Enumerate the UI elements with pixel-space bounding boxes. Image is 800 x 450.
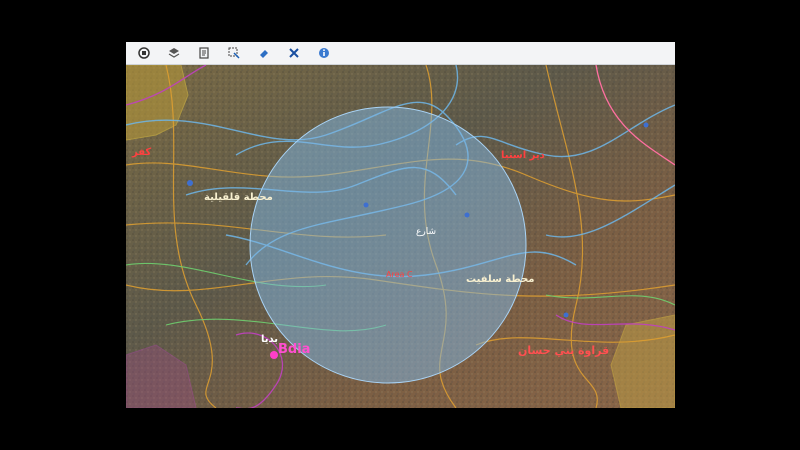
label-budya-en: Bdia — [278, 342, 311, 357]
label-budya: بديا — [261, 334, 279, 345]
label-kafr: كفر — [132, 147, 152, 158]
close-icon[interactable] — [282, 42, 306, 64]
select-icon[interactable] — [222, 42, 246, 64]
label-shari: شارع — [416, 227, 436, 237]
home-icon[interactable] — [132, 42, 156, 64]
screen: كفر محطة قلقيلية دير استيا شارع محطة سلف… — [126, 42, 675, 408]
budya-marker — [270, 351, 278, 359]
layers-icon[interactable] — [162, 42, 186, 64]
label-qarawat: قراوة بني حسان — [518, 344, 610, 357]
label-area: Area C — [386, 270, 413, 279]
label-deir-istiya: دير استيا — [501, 150, 545, 161]
label-mahatta-qalqilya: محطة قلقيلية — [204, 192, 273, 203]
eraser-icon[interactable] — [252, 42, 276, 64]
document-icon[interactable] — [192, 42, 216, 64]
map-toolbar — [126, 42, 675, 65]
label-mahatta-salfit: محطة سلفيت — [466, 274, 535, 285]
info-icon[interactable] — [312, 42, 336, 64]
